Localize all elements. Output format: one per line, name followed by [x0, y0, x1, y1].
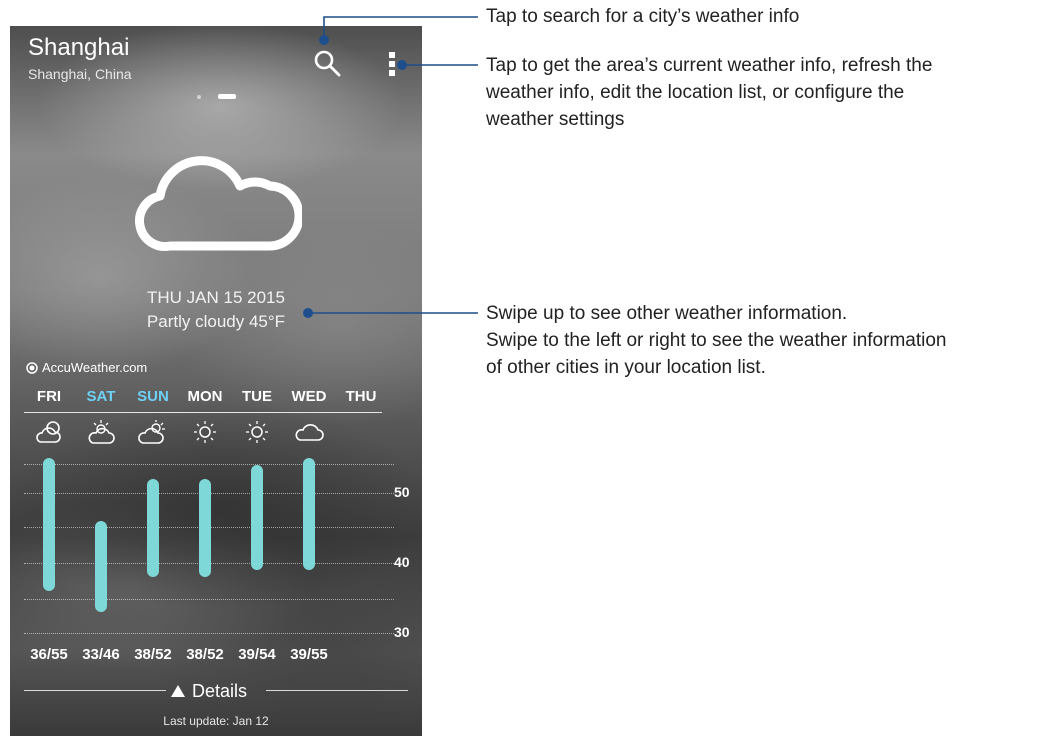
day-label-sat: SAT — [86, 388, 116, 405]
temp-label-mon: 38/52 — [186, 646, 224, 663]
accuweather-logo[interactable]: AccuWeather.com — [26, 360, 147, 375]
page-dot — [197, 95, 201, 99]
callout-menu-line-3: weather settings — [486, 109, 625, 130]
day-label-tue: TUE — [242, 388, 272, 405]
search-icon — [314, 50, 341, 77]
details-divider-left — [24, 690, 166, 691]
callout-swipe-line-1: Swipe up to see other weather informatio… — [486, 303, 848, 324]
callout-swipe-line-2: Swipe to the left or right to see the we… — [486, 330, 947, 351]
details-label: Details — [192, 680, 248, 701]
cloudy-sun-icon — [88, 420, 115, 444]
temp-label-fri: 36/55 — [30, 646, 68, 663]
temp-label-sun: 38/52 — [134, 646, 172, 663]
day-divider — [24, 412, 382, 413]
scale-label-30: 30 — [394, 624, 410, 640]
overflow-menu-button[interactable] — [384, 50, 400, 78]
temp-range-bar-sun — [147, 479, 159, 577]
grid-line — [24, 464, 394, 465]
temp-label-sat: 33/46 — [82, 646, 120, 663]
day-label-sun: SUN — [137, 388, 169, 405]
screenshot-root: Shanghai Shanghai, China THU JAN 15 2015… — [0, 0, 1047, 736]
more-vert-icon — [389, 52, 395, 76]
partly-cloudy-icon — [36, 421, 61, 443]
grid-line — [24, 599, 394, 600]
details-divider-right — [266, 690, 408, 691]
page-indicator — [194, 92, 244, 102]
search-button[interactable] — [312, 48, 342, 78]
temp-range-bar-fri — [43, 458, 55, 591]
temp-label-tue: 39/54 — [238, 646, 276, 663]
cloudy-sun-icon — [138, 420, 165, 444]
temp-range-bar-tue — [251, 465, 263, 570]
scale-label-40: 40 — [394, 554, 410, 570]
grid-line — [24, 633, 394, 634]
temp-range-bar-wed — [303, 458, 315, 570]
sunny-icon — [194, 421, 216, 443]
accuweather-sun-icon — [26, 361, 38, 374]
day-label-wed: WED — [291, 388, 327, 405]
cloud-icon — [135, 156, 302, 251]
callout-menu-line-1: Tap to get the area’s current weather in… — [486, 55, 933, 76]
city-name: Shanghai — [28, 34, 130, 61]
current-date: THU JAN 15 2015 — [147, 288, 285, 307]
scale-label-50: 50 — [394, 484, 410, 500]
temp-label-wed: 39/55 — [290, 646, 328, 663]
callout-menu-line-2: weather info, edit the location list, or… — [486, 82, 905, 103]
page-dot-active — [218, 94, 236, 99]
temp-range-bar-mon — [199, 479, 211, 577]
details-button[interactable]: Details — [170, 679, 247, 703]
day-label-fri: FRI — [36, 388, 62, 405]
last-update: Last update: Jan 12 — [163, 714, 269, 728]
city-region: Shanghai, China — [28, 66, 132, 82]
day-label-mon: MON — [187, 388, 223, 405]
sunny-icon — [246, 421, 268, 443]
weather-app-screen[interactable]: Shanghai Shanghai, China THU JAN 15 2015… — [10, 26, 422, 736]
cloud-icon — [295, 424, 324, 441]
callout-swipe-line-3: of other cities in your location list. — [486, 357, 766, 378]
temp-range-bar-sat — [95, 521, 107, 612]
triangle-up-icon — [171, 685, 185, 697]
day-label-thu: THU — [345, 388, 377, 405]
current-condition: Partly cloudy 45°F — [146, 312, 286, 331]
callout-search: Tap to search for a city’s weather info — [486, 6, 800, 27]
accuweather-label: AccuWeather.com — [42, 360, 148, 375]
